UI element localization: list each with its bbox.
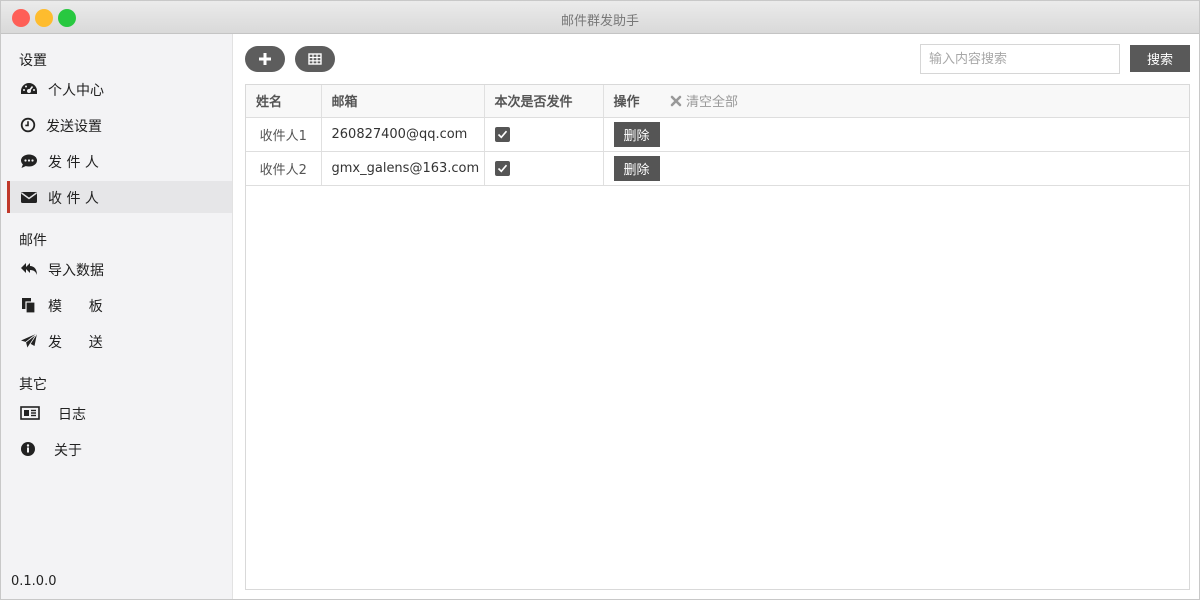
paper-plane-icon: [21, 333, 38, 349]
sidebar-item-profile[interactable]: 个人中心: [7, 73, 232, 105]
table-header-row: 姓名 邮箱 本次是否发件 操作 清空全部: [246, 85, 1189, 118]
sidebar-item-recipients[interactable]: 收 件 人: [7, 181, 232, 213]
search-input[interactable]: [920, 44, 1120, 74]
delete-button[interactable]: 删除: [613, 121, 660, 147]
sidebar-item-about[interactable]: 关于: [7, 433, 232, 465]
cell-email: 260827400@qq.com: [321, 117, 485, 152]
sidebar-item-send[interactable]: 发 送: [7, 325, 232, 357]
recipients-table: 姓名 邮箱 本次是否发件 操作 清空全部 收件人1 260827400@qq.c…: [245, 84, 1190, 590]
table-view-button[interactable]: [295, 46, 335, 72]
column-header-send: 本次是否发件: [484, 85, 604, 118]
cell-name: 收件人2: [246, 151, 322, 186]
cell-actions: 删除: [603, 151, 1189, 186]
newspaper-icon: [20, 406, 40, 420]
column-header-actions: 操作 清空全部: [603, 85, 1189, 118]
clear-all-label: 清空全部: [686, 95, 739, 111]
table-row: 收件人1 260827400@qq.com 删除: [246, 117, 1189, 152]
sidebar-item-label: 发送设置: [46, 119, 102, 135]
table-row: 收件人2 gmx_galens@163.com 删除: [246, 151, 1189, 186]
section-title-mail: 邮件: [19, 233, 47, 249]
clear-all-button[interactable]: 清空全部: [670, 95, 738, 110]
clock-icon: [20, 117, 36, 133]
envelope-icon: [21, 192, 37, 203]
actions-header-label: 操作: [613, 95, 640, 111]
chat-icon: [21, 154, 37, 168]
sidebar-item-senders[interactable]: 发 件 人: [7, 145, 232, 177]
cell-send: [484, 151, 604, 186]
sidebar-item-template[interactable]: 模 板: [7, 289, 232, 321]
version-label: 0.1.0.0: [11, 574, 57, 589]
close-icon: [670, 95, 682, 107]
sidebar-item-label: 关于: [54, 443, 82, 459]
title-bar: 邮件群发助手: [1, 1, 1199, 34]
cell-email: gmx_galens@163.com: [321, 151, 485, 186]
window-title: 邮件群发助手: [560, 14, 639, 29]
table-icon: [308, 53, 322, 65]
check-icon: [497, 130, 507, 138]
column-header-email: 邮箱: [321, 85, 485, 118]
column-header-name: 姓名: [246, 85, 322, 118]
sidebar-item-label: 个人中心: [48, 83, 104, 99]
app-window: 邮件群发助手 设置 个人中心 发送设置 发 件 人 收 件 人 邮件 导入数据 …: [0, 0, 1200, 600]
send-checkbox[interactable]: [494, 160, 510, 176]
section-title-other: 其它: [19, 377, 47, 393]
copy-icon: [22, 298, 36, 313]
check-icon: [497, 164, 507, 172]
section-title-settings: 设置: [19, 53, 47, 69]
sidebar-item-label: 导入数据: [48, 263, 104, 279]
dashboard-icon: [21, 83, 37, 94]
delete-button[interactable]: 删除: [613, 155, 660, 181]
sidebar-item-label: 发 件 人: [48, 155, 99, 171]
sidebar-item-log[interactable]: 日志: [7, 397, 232, 429]
cell-send: [484, 117, 604, 152]
send-checkbox[interactable]: [494, 126, 510, 142]
sidebar-item-label: 收 件 人: [48, 191, 99, 207]
plus-icon: [259, 53, 271, 65]
sidebar-item-import-data[interactable]: 导入数据: [7, 253, 232, 285]
sidebar-item-label: 模 板: [48, 299, 103, 315]
info-icon: [21, 442, 35, 456]
cell-actions: 删除: [603, 117, 1189, 152]
search-button[interactable]: 搜索: [1130, 45, 1190, 72]
add-recipient-button[interactable]: [245, 46, 285, 72]
sidebar-item-send-settings[interactable]: 发送设置: [7, 109, 232, 141]
sidebar: 设置 个人中心 发送设置 发 件 人 收 件 人 邮件 导入数据 模 板 发 送…: [1, 34, 233, 599]
sidebar-item-label: 日志: [58, 407, 86, 423]
reply-all-icon: [21, 263, 37, 275]
main-content: 搜索 姓名 邮箱 本次是否发件 操作: [234, 34, 1199, 599]
cell-name: 收件人1: [246, 117, 322, 152]
sidebar-item-label: 发 送: [48, 335, 103, 351]
